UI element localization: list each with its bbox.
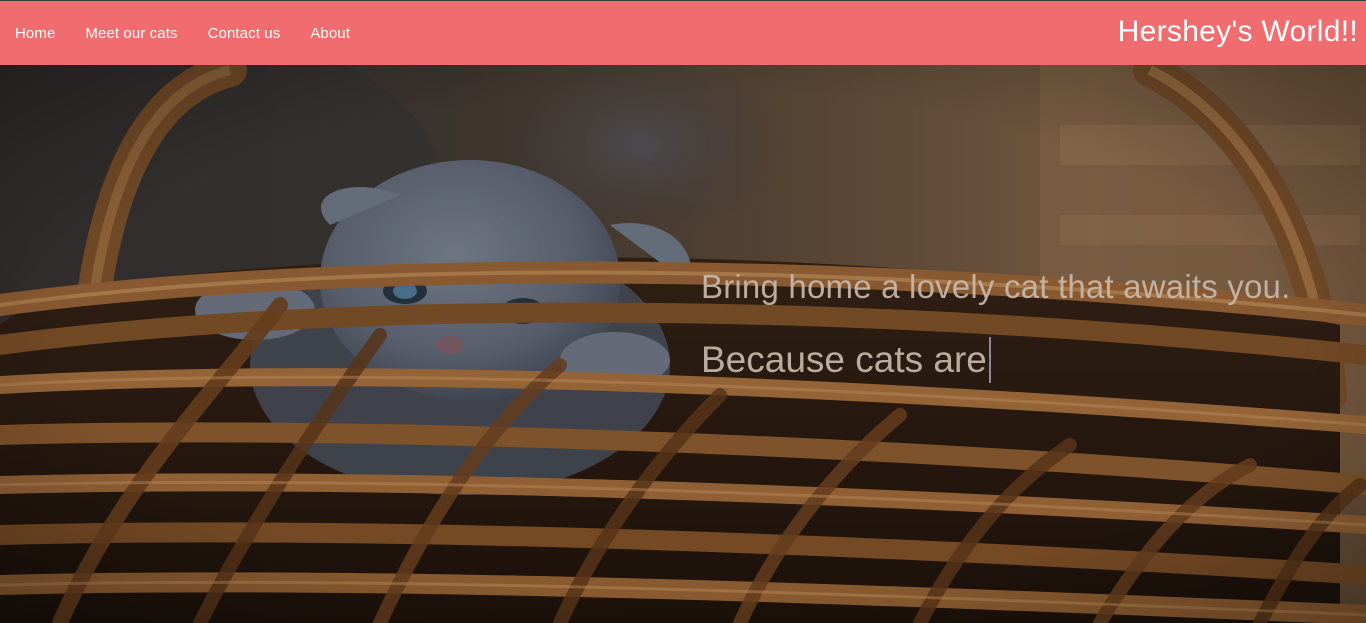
typed-text-line: Because cats are: [701, 337, 991, 383]
nav-links: Home Meet our cats Contact us About: [15, 25, 380, 42]
nav-link-meet-our-cats[interactable]: Meet our cats: [85, 25, 177, 42]
hero-section: Bring home a lovely cat that awaits you.…: [0, 65, 1366, 623]
nav-link-about[interactable]: About: [310, 25, 350, 42]
hero-background-image: [0, 65, 1366, 623]
nav-link-contact-us[interactable]: Contact us: [208, 25, 281, 42]
typed-text: Because cats are: [701, 339, 987, 380]
hero-tagline: Bring home a lovely cat that awaits you.: [701, 268, 1291, 305]
page: Home Meet our cats Contact us About Hers…: [0, 0, 1366, 623]
nav-link-home[interactable]: Home: [15, 25, 55, 42]
navbar: Home Meet our cats Contact us About Hers…: [0, 0, 1366, 65]
brand-title[interactable]: Hershey's World!!: [1118, 15, 1358, 49]
text-caret: [988, 337, 991, 383]
